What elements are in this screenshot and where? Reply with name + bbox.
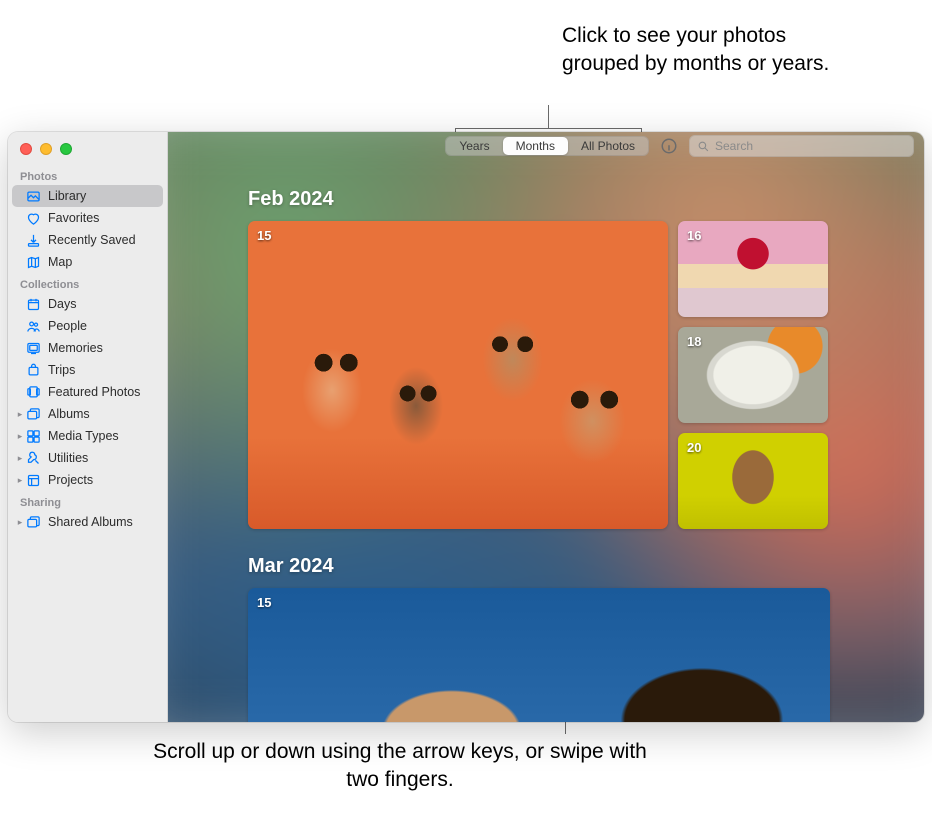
sidebar-item-trips[interactable]: Trips xyxy=(12,359,163,381)
day-badge: 15 xyxy=(257,228,271,243)
people-icon xyxy=(25,318,41,334)
sidebar-item-label: People xyxy=(48,319,87,333)
photo-tile[interactable]: 15 xyxy=(248,221,668,529)
sidebar-item-label: Shared Albums xyxy=(48,515,133,529)
sidebar-item-library[interactable]: Library xyxy=(12,185,163,207)
zoom-button[interactable] xyxy=(60,143,72,155)
window-controls xyxy=(8,140,167,165)
chevron-right-icon: ▸ xyxy=(16,453,24,464)
heart-icon xyxy=(25,210,41,226)
sidebar-item-people[interactable]: People xyxy=(12,315,163,337)
sidebar-item-map[interactable]: Map xyxy=(12,251,163,273)
minimize-button[interactable] xyxy=(40,143,52,155)
sidebar-section-photos: Photos xyxy=(8,165,167,185)
trips-icon xyxy=(25,362,41,378)
sidebar-section-collections: Collections xyxy=(8,273,167,293)
callout-top: Click to see your photos grouped by mont… xyxy=(562,22,832,77)
main-content: Years Months All Photos Feb 2024 15 xyxy=(168,132,924,722)
day-badge: 20 xyxy=(687,440,701,455)
day-badge: 16 xyxy=(687,228,701,243)
sidebar-item-memories[interactable]: Memories xyxy=(12,337,163,359)
sidebar-item-label: Recently Saved xyxy=(48,233,136,247)
month-title[interactable]: Mar 2024 xyxy=(248,555,844,578)
sidebar-item-label: Trips xyxy=(48,363,75,377)
sidebar-item-favorites[interactable]: Favorites xyxy=(12,207,163,229)
sidebar-item-label: Days xyxy=(48,297,76,311)
sidebar-item-label: Projects xyxy=(48,473,93,487)
projects-icon xyxy=(25,472,41,488)
search-input[interactable] xyxy=(715,139,906,153)
sidebar-item-label: Memories xyxy=(48,341,103,355)
sidebar-item-featured[interactable]: Featured Photos xyxy=(12,381,163,403)
chevron-right-icon: ▸ xyxy=(16,475,24,486)
utilities-icon xyxy=(25,450,41,466)
memories-icon xyxy=(25,340,41,356)
sidebar-item-days[interactable]: Days xyxy=(12,293,163,315)
sidebar: Photos Library Favorites Recently Saved … xyxy=(8,132,168,722)
photo-tile[interactable]: 16 xyxy=(678,221,828,317)
callout-line xyxy=(455,128,641,129)
sidebar-item-label: Library xyxy=(48,189,86,203)
chevron-right-icon: ▸ xyxy=(16,517,24,528)
albums-icon xyxy=(25,406,41,422)
sidebar-section-sharing: Sharing xyxy=(8,491,167,511)
close-button[interactable] xyxy=(20,143,32,155)
month-title[interactable]: Feb 2024 xyxy=(248,188,844,211)
media-icon xyxy=(25,428,41,444)
sidebar-item-label: Media Types xyxy=(48,429,119,443)
shared-icon xyxy=(25,514,41,530)
month-block: Feb 2024 15 16 18 20 xyxy=(248,188,844,529)
photo-grid-scroll[interactable]: Feb 2024 15 16 18 20 Ma xyxy=(168,160,924,722)
featured-icon xyxy=(25,384,41,400)
sidebar-item-recently-saved[interactable]: Recently Saved xyxy=(12,229,163,251)
calendar-icon xyxy=(25,296,41,312)
search-field[interactable] xyxy=(689,135,914,157)
sidebar-item-label: Map xyxy=(48,255,72,269)
photo-tile[interactable]: 15 xyxy=(248,588,830,722)
sidebar-item-label: Utilities xyxy=(48,451,88,465)
segment-all-photos[interactable]: All Photos xyxy=(568,137,648,155)
sidebar-item-utilities[interactable]: ▸ Utilities xyxy=(12,447,163,469)
sidebar-item-albums[interactable]: ▸ Albums xyxy=(12,403,163,425)
chevron-right-icon: ▸ xyxy=(16,431,24,442)
photo-tile[interactable]: 18 xyxy=(678,327,828,423)
segment-years[interactable]: Years xyxy=(446,137,502,155)
view-segmented-control: Years Months All Photos xyxy=(445,136,649,156)
photos-window: Photos Library Favorites Recently Saved … xyxy=(8,132,924,722)
sidebar-item-shared-albums[interactable]: ▸ Shared Albums xyxy=(12,511,163,533)
sidebar-item-projects[interactable]: ▸ Projects xyxy=(12,469,163,491)
month-grid: 15 16 18 20 xyxy=(248,221,844,529)
sidebar-item-label: Albums xyxy=(48,407,90,421)
sidebar-item-media-types[interactable]: ▸ Media Types xyxy=(12,425,163,447)
search-icon xyxy=(697,140,710,153)
info-button[interactable] xyxy=(659,136,679,156)
photo-tile[interactable]: 20 xyxy=(678,433,828,529)
day-badge: 15 xyxy=(257,595,271,610)
sidebar-item-label: Featured Photos xyxy=(48,385,140,399)
callout-bottom: Scroll up or down using the arrow keys, … xyxy=(140,738,660,793)
library-icon xyxy=(25,188,41,204)
chevron-right-icon: ▸ xyxy=(16,409,24,420)
segment-months[interactable]: Months xyxy=(503,137,568,155)
sidebar-item-label: Favorites xyxy=(48,211,99,225)
callout-line xyxy=(548,105,549,128)
toolbar: Years Months All Photos xyxy=(168,132,924,160)
month-block: Mar 2024 15 xyxy=(248,555,844,722)
map-icon xyxy=(25,254,41,270)
download-icon xyxy=(25,232,41,248)
day-badge: 18 xyxy=(687,334,701,349)
